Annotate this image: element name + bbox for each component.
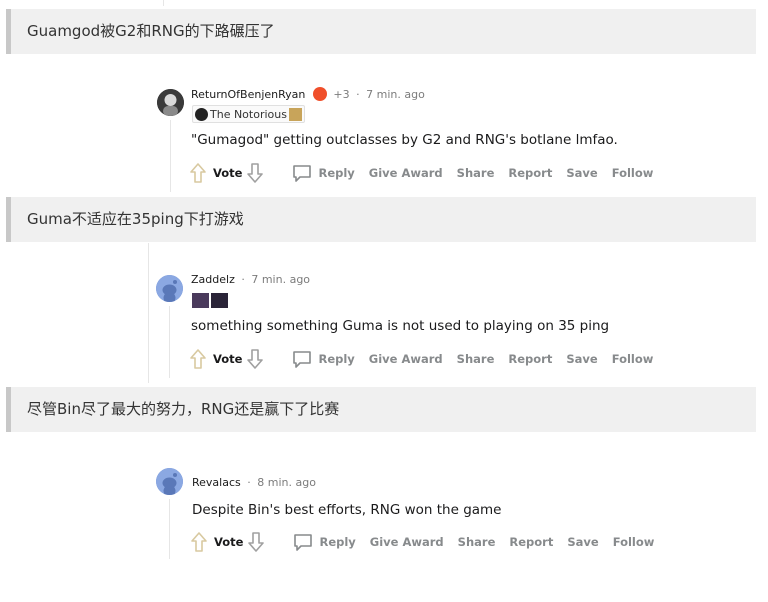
translation-text-1: Guamgod被G2和RNG的下路碾压了 xyxy=(27,22,275,40)
thread-line-stub xyxy=(163,0,164,6)
username[interactable]: ReturnOfBenjenRyan xyxy=(191,88,305,101)
follow-button[interactable]: Follow xyxy=(612,352,654,366)
comment-body: "Gumagod" getting outclasses by G2 and R… xyxy=(191,132,618,148)
username[interactable]: Zaddelz xyxy=(191,273,235,286)
report-label: Report xyxy=(508,166,553,180)
user-flair xyxy=(192,292,228,308)
award-count: +3 xyxy=(333,88,350,101)
reply-button[interactable]: Reply xyxy=(293,533,356,551)
flair-team-icon xyxy=(195,107,208,121)
comment-meta: Revalacs · 8 min. ago xyxy=(192,476,316,489)
report-button[interactable]: Report xyxy=(509,535,553,549)
avatar-image-icon xyxy=(157,89,184,116)
thread-line[interactable] xyxy=(169,499,170,559)
username[interactable]: Revalacs xyxy=(192,476,241,489)
thread-line[interactable] xyxy=(170,120,171,192)
chat-bubble-icon xyxy=(294,534,313,551)
report-button[interactable]: Report xyxy=(508,166,552,180)
vote-label: Vote xyxy=(213,352,243,366)
timestamp[interactable]: 8 min. ago xyxy=(257,476,316,489)
follow-label: Follow xyxy=(611,352,654,366)
vote-label: Vote xyxy=(214,535,244,549)
reply-label: Reply xyxy=(318,166,355,180)
chat-bubble-icon xyxy=(293,351,312,368)
give-award-label: Give Award xyxy=(368,166,443,180)
share-button[interactable]: Share xyxy=(457,352,495,366)
save-button[interactable]: Save xyxy=(566,166,597,180)
reply-label: Reply xyxy=(319,535,356,549)
comment-actions: Vote Reply Give Award Share Report Save … xyxy=(190,531,654,553)
give-award-label: Give Award xyxy=(368,352,443,366)
chat-bubble-icon xyxy=(293,165,312,182)
snoo-avatar-icon xyxy=(156,468,183,495)
follow-button[interactable]: Follow xyxy=(613,535,655,549)
award-icon[interactable] xyxy=(312,87,327,101)
flair-text: The Notorious xyxy=(210,107,287,121)
comment-body: Despite Bin's best efforts, RNG won the … xyxy=(192,502,502,518)
share-label: Share xyxy=(456,166,495,180)
avatar-zaddelz[interactable] xyxy=(156,275,183,302)
save-button[interactable]: Save xyxy=(567,535,598,549)
timestamp[interactable]: 7 min. ago xyxy=(366,88,425,101)
comment-meta: Zaddelz · 7 min. ago xyxy=(191,273,311,286)
snoo-avatar-icon xyxy=(156,275,183,302)
follow-label: Follow xyxy=(612,535,655,549)
user-flair: The Notorious xyxy=(192,105,305,123)
upvote-icon[interactable] xyxy=(189,162,207,184)
save-label: Save xyxy=(567,535,599,549)
downvote-icon[interactable] xyxy=(246,348,264,370)
comment-actions: Vote Reply Give Award Share Report Save … xyxy=(189,162,653,184)
share-label: Share xyxy=(456,352,495,366)
share-label: Share xyxy=(457,535,496,549)
avatar-returnofbenjenryan[interactable] xyxy=(157,89,184,116)
avatar-revalacs[interactable] xyxy=(156,468,183,495)
report-label: Report xyxy=(509,535,554,549)
save-button[interactable]: Save xyxy=(566,352,597,366)
report-button[interactable]: Report xyxy=(508,352,552,366)
flair-champion-icon xyxy=(211,292,228,308)
comment-actions: Vote Reply Give Award Share Report Save … xyxy=(189,348,653,370)
downvote-icon[interactable] xyxy=(246,162,264,184)
comment-body: something something Guma is not used to … xyxy=(191,318,610,334)
flair-champion-icon xyxy=(192,292,209,308)
upvote-icon[interactable] xyxy=(189,348,207,370)
translation-text-2: Guma不适应在35ping下打游戏 xyxy=(27,210,244,228)
give-award-button[interactable]: Give Award xyxy=(369,352,443,366)
thread-line[interactable] xyxy=(169,306,170,378)
give-award-button[interactable]: Give Award xyxy=(370,535,444,549)
give-award-label: Give Award xyxy=(369,535,444,549)
translation-text-3: 尽管Bin尽了最大的努力，RNG还是赢下了比赛 xyxy=(27,400,340,418)
save-label: Save xyxy=(566,352,598,366)
reply-button[interactable]: Reply xyxy=(292,164,355,182)
translation-banner-2: Guma不适应在35ping下打游戏 xyxy=(6,197,756,242)
report-label: Report xyxy=(508,352,553,366)
share-button[interactable]: Share xyxy=(457,166,495,180)
vote-label: Vote xyxy=(213,166,243,180)
downvote-icon[interactable] xyxy=(247,531,265,553)
give-award-button[interactable]: Give Award xyxy=(369,166,443,180)
thread-line[interactable] xyxy=(148,243,149,383)
follow-label: Follow xyxy=(611,166,654,180)
reply-label: Reply xyxy=(318,352,355,366)
translation-banner-1: Guamgod被G2和RNG的下路碾压了 xyxy=(6,9,756,54)
share-button[interactable]: Share xyxy=(458,535,496,549)
translation-banner-3: 尽管Bin尽了最大的努力，RNG还是赢下了比赛 xyxy=(6,387,756,432)
timestamp[interactable]: 7 min. ago xyxy=(251,273,310,286)
flair-logo-icon xyxy=(288,107,302,121)
comment-meta: ReturnOfBenjenRyan +3 · 7 min. ago xyxy=(191,87,425,101)
save-label: Save xyxy=(566,166,598,180)
follow-button[interactable]: Follow xyxy=(612,166,654,180)
upvote-icon[interactable] xyxy=(190,531,208,553)
reply-button[interactable]: Reply xyxy=(292,350,355,368)
